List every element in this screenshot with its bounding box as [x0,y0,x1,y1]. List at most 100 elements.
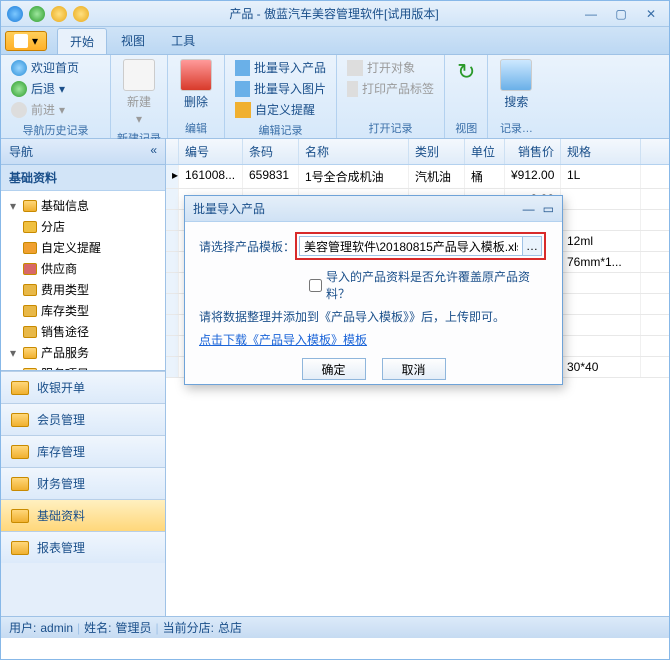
bell-icon [235,102,251,118]
print-icon [347,81,358,97]
nav-home[interactable]: 欢迎首页 [7,57,104,78]
sidebar-title: 导航 [9,143,33,160]
search-icon [500,59,532,91]
template-path-input[interactable] [299,236,523,256]
nav-back[interactable]: 后退 ▾ [7,78,104,99]
tree-base-info[interactable]: ▾基础信息 [3,195,163,216]
tab-start[interactable]: 开始 [57,28,107,54]
list-icon [23,326,37,338]
overwrite-checkbox[interactable] [309,279,322,292]
col-price[interactable]: 销售价 [505,139,561,164]
tree-remind[interactable]: 自定义提醒 [3,237,163,258]
delete-button[interactable]: 删除 [174,57,218,112]
sidebar-section: 基础资料 [1,165,165,191]
tree-supplier[interactable]: 供应商 [3,258,163,279]
outlook-basic[interactable]: 基础资料 [1,499,165,531]
refresh-icon: ↻ [457,59,475,85]
import-icon [235,60,250,76]
minimize-button[interactable]: — [579,6,603,22]
browse-button[interactable]: … [522,236,542,256]
tree-store[interactable]: 分店 [3,216,163,237]
dialog-minimize-icon[interactable]: — [523,202,535,216]
status-store-label: 当前分店: [163,619,214,636]
template-label: 请选择产品模板： [199,238,295,255]
ribgroup-view-title: 视图 [451,118,481,136]
col-name[interactable]: 名称 [299,139,409,164]
dialog-hint: 请将数据整理并添加到《产品导入模板》》后，上传即可。 [199,308,548,325]
dialog-title: 批量导入产品 [193,200,265,217]
window-title: 产品 - 傲蓝汽车美容管理软件[试用版本] [89,5,579,22]
import-product[interactable]: 批量导入产品 [231,57,330,78]
image-icon [235,81,250,97]
list-icon [23,284,37,296]
dialog-close-icon[interactable]: ▭ [543,202,554,216]
list-icon [23,305,37,317]
ribgroup-open-title: 打开记录 [343,118,438,136]
table-row[interactable]: ▸161008...6598311号全合成机油汽机油桶¥912.001L [166,165,669,189]
ribgroup-edit-title: 编辑 [174,118,218,136]
nav-forward: 前进 ▾ [7,99,104,120]
tree-service-item[interactable]: 服务项目 [3,363,163,371]
close-button[interactable]: ✕ [639,6,663,22]
status-user: admin [40,621,73,635]
back-icon [11,81,27,97]
row-selector-head[interactable] [166,139,179,164]
ribgroup-editrec-title: 编辑记录 [231,120,330,138]
maximize-button[interactable]: ▢ [609,6,633,22]
down-icon[interactable] [73,6,89,22]
download-template-link[interactable]: 点击下载《产品导入模板》模板 [199,333,367,347]
refresh-button[interactable]: ↻ [451,57,481,87]
custom-remind[interactable]: 自定义提醒 [231,99,330,120]
outlook-member[interactable]: 会员管理 [1,403,165,435]
folder-icon [23,347,37,359]
app-menu-button[interactable]: ▾ [5,31,47,51]
open-icon [347,60,363,76]
col-unit[interactable]: 单位 [465,139,505,164]
folder-icon [11,541,29,555]
bell-icon [23,242,37,254]
status-name: 管理员 [116,619,152,636]
col-id[interactable]: 编号 [179,139,243,164]
status-store: 总店 [218,619,242,636]
status-name-label: 姓名: [84,619,111,636]
refresh-icon[interactable] [29,6,45,22]
overwrite-label: 导入的产品资料是否允许覆盖原产品资料？ [326,268,548,302]
status-user-label: 用户: [9,619,36,636]
cancel-button[interactable]: 取消 [382,358,446,380]
col-cat[interactable]: 类别 [409,139,465,164]
new-icon [123,59,155,91]
delete-icon [180,59,212,91]
ribgroup-rec-title: 记录… [494,118,538,136]
nav-tree: ▾基础信息 分店 自定义提醒 供应商 费用类型 库存类型 销售途径 ▾产品服务 … [1,191,165,371]
import-dialog: 批量导入产品 — ▭ 请选择产品模板： … 导入的产品资料是否允许覆盖原产品资料… [184,195,563,385]
sidebar-collapse-icon[interactable]: « [150,143,157,160]
folder-icon [11,477,29,491]
tab-view[interactable]: 视图 [109,28,157,54]
home-icon [11,60,27,76]
people-icon [23,263,37,275]
tree-stock-type[interactable]: 库存类型 [3,300,163,321]
outlook-stock[interactable]: 库存管理 [1,435,165,467]
outlook-report[interactable]: 报表管理 [1,531,165,563]
folder-icon [23,200,37,212]
outlook-bill[interactable]: 收银开单 [1,371,165,403]
import-image[interactable]: 批量导入图片 [231,78,330,99]
tree-prod-service[interactable]: ▾产品服务 [3,342,163,363]
ok-button[interactable]: 确定 [302,358,366,380]
app-icon [7,6,23,22]
open-object: 打开对象 [343,57,438,78]
forward-icon [11,102,27,118]
folder-icon [11,413,29,427]
outlook-finance[interactable]: 财务管理 [1,467,165,499]
ribgroup-nav-title: 导航历史记录 [7,120,104,138]
col-spec[interactable]: 规格 [561,139,641,164]
search-button[interactable]: 搜索 [494,57,538,112]
tree-fee-type[interactable]: 费用类型 [3,279,163,300]
folder-icon [11,509,29,523]
tree-sale-way[interactable]: 销售途径 [3,321,163,342]
folder-icon [11,445,29,459]
new-button[interactable]: 新建▾ [117,57,161,128]
tab-tools[interactable]: 工具 [159,28,207,54]
col-code[interactable]: 条码 [243,139,299,164]
up-icon[interactable] [51,6,67,22]
